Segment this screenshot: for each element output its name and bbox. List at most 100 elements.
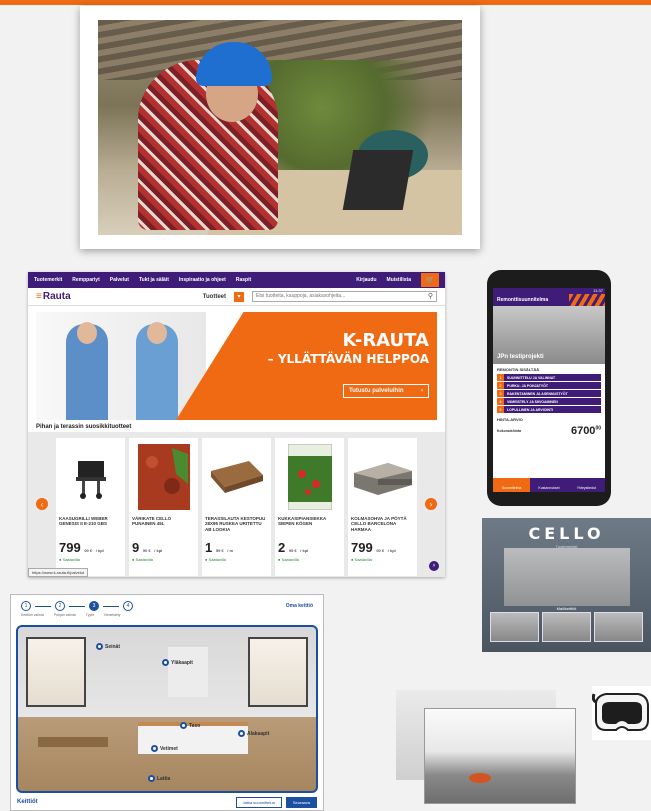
showroom-thumbnail[interactable] <box>542 612 591 642</box>
product-price: 799 00 € / kpl <box>351 540 414 555</box>
scroll-top-icon[interactable]: ˄ <box>429 561 439 571</box>
krauta-logo[interactable]: ≡ Rauta <box>36 291 71 302</box>
mulch-image <box>132 442 195 512</box>
step-label: VIIMEISTELY JA SIIVOAMINEN <box>507 399 558 404</box>
cello-logo: CELLO <box>528 524 605 543</box>
hotspot-countertop[interactable]: Taso <box>180 722 200 729</box>
renovation-step[interactable]: 4 VIIMEISTELY JA SIIVOAMINEN <box>497 398 601 405</box>
renovation-step[interactable]: 5 LOPULLINEN JA ARVIOINTI <box>497 406 601 413</box>
renovation-step[interactable]: 3 RAKENTAMINEN JA ASENNUSTYÖT <box>497 390 601 397</box>
hotspot-dot-icon <box>238 730 245 737</box>
hotspot-label: Seinät <box>105 643 121 650</box>
phone-screen: 11:37 Remonttisuunnitelma JPn testiproje… <box>493 288 605 492</box>
step-connector <box>103 605 119 607</box>
price-decimals: 00 <box>595 425 601 432</box>
planner-buttons: Jatka suunnittelua Seuraava <box>235 796 317 808</box>
price-cents: 95 € <box>288 548 297 553</box>
hero-cta-button[interactable]: Tutustu palveluihin › <box>343 384 429 398</box>
price-integer: 2 <box>278 540 286 555</box>
renovation-step[interactable]: 2 PURKU- JA POHJATYÖT <box>497 382 601 389</box>
login-link[interactable]: Kirjaudu <box>356 277 376 283</box>
price-cents: 00 € <box>376 548 385 553</box>
phone-app-title: Remonttisuunnitelma <box>493 294 605 306</box>
hero-person-left <box>66 322 108 420</box>
products-menu-label[interactable]: Tuotteet <box>203 294 226 300</box>
hotspot-label: Taso <box>189 722 201 729</box>
hotspot-dot-icon <box>180 722 187 729</box>
step-names: Keittiön valinta Pohjan valinta Tyylit V… <box>11 613 323 617</box>
nav-item[interactable]: Palvelut <box>110 277 129 283</box>
showroom-thumbnail[interactable] <box>490 612 539 642</box>
my-kitchen-link[interactable]: Oma keittiö <box>286 603 313 609</box>
price-integer: 799 <box>59 540 81 555</box>
hero-banner[interactable]: K-RAUTA – YLLÄTTÄVÄN HELPPOA Tutustu pal… <box>36 312 437 420</box>
product-price: 2 95 € / kpl <box>278 540 341 555</box>
step-name: Keittiön valinta <box>21 613 44 617</box>
search-icon[interactable]: ⚲ <box>428 292 433 300</box>
hotspot-dot-icon <box>162 659 169 666</box>
product-card[interactable]: KAASUGRILLI WEBER GENESIS II E-210 GBS 7… <box>56 438 125 576</box>
hotspot-upper-cabinets[interactable]: Yläkaapit <box>162 659 193 666</box>
planner-footer: Keittiöt Jatka suunnittelua Seuraava <box>11 794 323 810</box>
nav-item[interactable]: Raspit <box>236 277 251 283</box>
continue-planning-button[interactable]: Jatka suunnittelua <box>235 796 282 808</box>
carousel-prev-icon[interactable]: ‹ <box>36 498 48 510</box>
product-card[interactable]: TERASSILAUTA KESTOPUU 28X95 RUSKEA URITE… <box>202 438 271 576</box>
kitchen-3d-view[interactable]: Seinät Yläkaapit Taso Alakaapit Vetimet … <box>16 625 318 793</box>
showroom-main-view[interactable] <box>504 548 630 606</box>
step-name: Pohjan valinta <box>53 613 76 617</box>
product-name: KOLMASOHVA JA PÖYTÄ CELLO BARCELONA HARM… <box>351 516 407 532</box>
project-photo[interactable]: JPn testiprojekti <box>493 306 605 364</box>
nav-item[interactable]: Inspiraatio ja ohjeet <box>179 277 226 283</box>
price-unit: / kpl <box>387 548 396 553</box>
renovation-step[interactable]: 1 SUUNNITTELU JA VALINNAT <box>497 374 601 381</box>
showroom-thumbnail[interactable] <box>594 612 643 642</box>
tab-contacts[interactable]: Yhteystiedot <box>568 478 605 492</box>
chevron-down-icon[interactable]: ▾ <box>234 291 244 302</box>
wishlist-link[interactable]: Muistilista <box>387 277 411 283</box>
tab-plan[interactable]: Suunnitelma <box>493 478 531 492</box>
vr-headset-icon <box>591 693 649 731</box>
hotspot-walls[interactable]: Seinät <box>96 643 120 650</box>
window-right <box>248 637 308 707</box>
product-card[interactable]: KOLMASOHVA JA PÖYTÄ CELLO BARCELONA HARM… <box>348 438 417 576</box>
hotspot-label: Vetimet <box>160 745 178 752</box>
step-name: Viimeistely <box>103 613 121 617</box>
step-3[interactable]: 3 <box>89 601 99 611</box>
price-row: Kokonaishinta 670000 <box>493 423 605 439</box>
grill-image <box>59 442 122 512</box>
carousel-next-icon[interactable]: › <box>425 498 437 510</box>
hotspot-handles[interactable]: Vetimet <box>151 745 178 752</box>
stock-status: ● Saatavilla <box>132 557 153 562</box>
hero-subtitle: – YLLÄTTÄVÄN HELPPOA <box>267 352 429 366</box>
stock-label: Saatavilla <box>208 557 226 562</box>
status-bar-url: https://www.k-rauta.fi/palvelut <box>28 568 89 577</box>
price-integer: 9 <box>132 540 140 555</box>
step-label: PURKU- JA POHJATYÖT <box>507 383 549 388</box>
stock-status: ● Saatavilla <box>205 557 226 562</box>
tab-costs[interactable]: Kustannukset <box>530 478 567 492</box>
hero-title: K-RAUTA <box>342 330 429 351</box>
step-1[interactable]: 1 <box>21 601 31 611</box>
price-cents: 59 € <box>215 548 224 553</box>
search-placeholder: Etsi tuotteita, kauppoja, asiakasohjeita… <box>256 293 346 299</box>
nav-item[interactable]: Tukt ja säläit <box>139 277 169 283</box>
seed-packet-image <box>278 442 341 512</box>
product-card[interactable]: KUKKASIPIANSIEKKA SIEPEN KÖGEN 2 95 € / … <box>275 438 344 576</box>
product-card[interactable]: VÄRIKATE CELLO PUNAINEN 45L 9 90 € / kpl… <box>129 438 198 576</box>
hotspot-floor[interactable]: Lattia <box>148 775 170 782</box>
step-4[interactable]: 4 <box>123 601 133 611</box>
nav-item[interactable]: Tuotemerkit <box>34 277 62 283</box>
next-button[interactable]: Seuraava <box>285 796 317 808</box>
hotspot-lower-cabinets[interactable]: Alakaapit <box>238 730 269 737</box>
price-unit: / kpl <box>154 548 163 553</box>
step-number: 3 <box>497 390 504 397</box>
k-mark-icon: ≡ <box>36 291 42 302</box>
cart-icon[interactable]: 🛒 <box>421 273 439 287</box>
step-2[interactable]: 2 <box>55 601 65 611</box>
price-integer: 799 <box>351 540 373 555</box>
cello-vr-showroom: CELLO Tuotemerkki Mallikeittiöt <box>482 518 651 652</box>
search-input[interactable]: Etsi tuotteita, kauppoja, asiakasohjeita… <box>252 291 437 302</box>
product-price: 9 90 € / kpl <box>132 540 195 555</box>
nav-item[interactable]: Remppariyt <box>72 277 100 283</box>
